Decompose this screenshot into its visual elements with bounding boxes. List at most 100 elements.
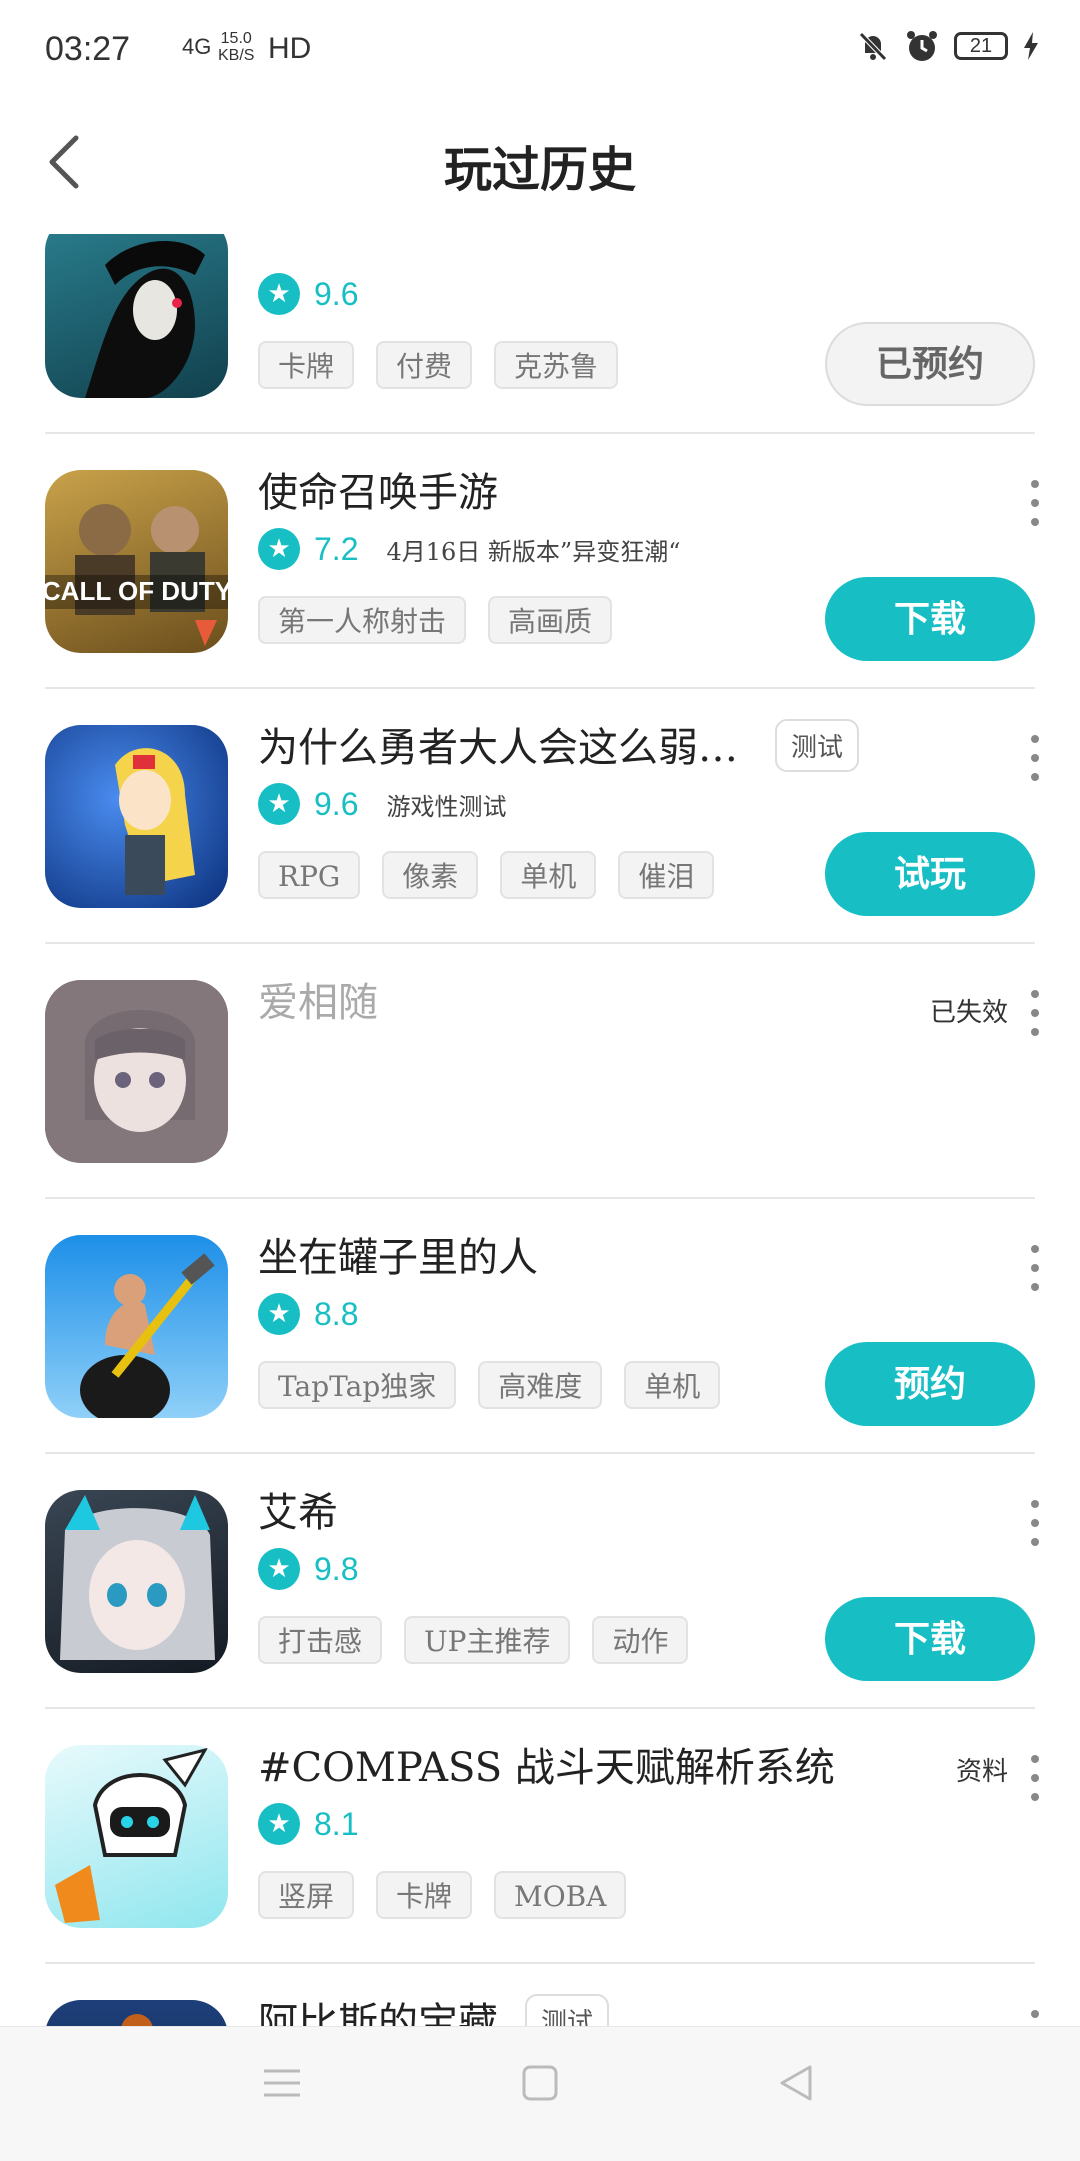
- tag[interactable]: 竖屏: [258, 1871, 355, 1919]
- star-icon: ★: [258, 528, 300, 570]
- game-name[interactable]: 坐在罐子里的人: [258, 1225, 538, 1283]
- network-type: 4G: [182, 34, 212, 59]
- status-time: 03:27: [45, 30, 131, 68]
- tag[interactable]: MOBA: [494, 1871, 627, 1919]
- game-artwork-icon: [60, 1495, 215, 1660]
- tag[interactable]: 动作: [592, 1616, 689, 1664]
- star-icon: ★: [258, 273, 300, 315]
- test-note: 游戏性测试: [386, 792, 507, 821]
- battery-indicator: 21: [954, 32, 1008, 60]
- tag[interactable]: UP主推荐: [404, 1616, 571, 1664]
- game-icon[interactable]: CALL OF DUTY: [45, 470, 228, 653]
- game-icon[interactable]: [45, 1745, 228, 1928]
- menu-icon[interactable]: [262, 2063, 302, 2103]
- game-name[interactable]: #COMPASS 战斗天赋解析系统: [258, 1735, 835, 1793]
- test-badge: 测试: [775, 719, 860, 772]
- game-icon[interactable]: [45, 980, 228, 1163]
- status-icons: 21: [856, 28, 1040, 64]
- speed-unit: KB/S: [218, 47, 255, 64]
- tag[interactable]: 打击感: [258, 1616, 383, 1664]
- game-artwork-icon: CALL OF DUTY: [45, 504, 228, 646]
- rating-score: 7.2: [314, 530, 359, 567]
- list-item[interactable]: 坐在罐子里的人 ★ 8.8 TapTap独家 高难度 单机 预约: [0, 1199, 1080, 1454]
- tag[interactable]: 高难度: [478, 1361, 603, 1409]
- tag[interactable]: 卡牌: [376, 1871, 473, 1919]
- tag[interactable]: RPG: [258, 851, 361, 899]
- download-button[interactable]: 下载: [825, 577, 1035, 661]
- download-button[interactable]: 下载: [825, 1597, 1035, 1681]
- game-artwork-icon: [121, 2014, 153, 2026]
- reserve-button[interactable]: 预约: [825, 1342, 1035, 1426]
- game-icon[interactable]: [45, 234, 228, 398]
- header: 玩过历史: [0, 104, 1080, 234]
- list-item[interactable]: 阿比斯的宝藏 测试: [0, 1964, 1080, 2026]
- more-options-icon[interactable]: [1030, 2010, 1040, 2026]
- rating-score: 8.8: [314, 1295, 359, 1332]
- back-icon[interactable]: [776, 2063, 816, 2103]
- tag-list: 卡牌 付费 克苏鲁: [258, 341, 619, 389]
- tag-list: 打击感 UP主推荐 动作: [258, 1616, 689, 1664]
- game-icon[interactable]: [45, 1235, 228, 1418]
- tag[interactable]: 第一人称射击: [258, 596, 467, 644]
- tag[interactable]: 单机: [624, 1361, 721, 1409]
- game-artwork-icon: [115, 748, 195, 895]
- history-list[interactable]: ★ 9.6 卡牌 付费 克苏鲁 已预约 CALL OF DUTY 使命召唤手游 …: [0, 234, 1080, 2026]
- hd-indicator: HD: [268, 32, 312, 65]
- list-item[interactable]: 爱相随 已失效: [0, 944, 1080, 1199]
- test-badge: 测试: [525, 1994, 610, 2026]
- rating: ★ 8.1: [258, 1803, 358, 1845]
- tag-list: RPG 像素 单机 催泪: [258, 851, 715, 899]
- update-note: 4月16日 新版本”异变狂潮“: [386, 537, 681, 566]
- star-icon: ★: [258, 1548, 300, 1590]
- game-artwork-icon: [85, 241, 205, 398]
- status-label: 资料: [955, 1757, 1008, 1787]
- rating: ★ 7.2 4月16日 新版本”异变狂潮“: [258, 528, 680, 570]
- game-name[interactable]: 爱相随: [258, 970, 378, 1028]
- game-artwork-icon: [45, 980, 228, 1163]
- tag[interactable]: 卡牌: [258, 341, 355, 389]
- tag-list: 第一人称射击 高画质: [258, 596, 613, 644]
- rating-score: 9.8: [314, 1550, 359, 1587]
- tag[interactable]: 高画质: [488, 596, 613, 644]
- more-options-icon[interactable]: [1030, 1500, 1040, 1546]
- alarm-icon: [907, 31, 937, 61]
- more-options-icon[interactable]: [1030, 1755, 1040, 1801]
- svg-text:CALL OF DUTY: CALL OF DUTY: [45, 576, 228, 606]
- more-options-icon[interactable]: [1030, 990, 1040, 1036]
- more-options-icon[interactable]: [1030, 480, 1040, 526]
- game-icon[interactable]: [45, 2000, 228, 2026]
- rating-score: 9.6: [314, 785, 359, 822]
- mute-bell-icon: [859, 32, 887, 61]
- list-item[interactable]: CALL OF DUTY 使命召唤手游 ★ 7.2 4月16日 新版本”异变狂潮…: [0, 434, 1080, 689]
- rating: ★ 8.8: [258, 1293, 358, 1335]
- status-label: 已失效: [929, 998, 1008, 1028]
- try-play-button[interactable]: 试玩: [825, 832, 1035, 916]
- game-name[interactable]: 艾希: [258, 1480, 338, 1538]
- tag[interactable]: 克苏鲁: [494, 341, 619, 389]
- list-item[interactable]: #COMPASS 战斗天赋解析系统 资料 ★ 8.1 竖屏 卡牌 MOBA: [0, 1709, 1080, 1964]
- tag[interactable]: 像素: [382, 851, 479, 899]
- game-icon[interactable]: [45, 1490, 228, 1673]
- tag[interactable]: TapTap独家: [258, 1361, 457, 1409]
- home-icon[interactable]: [520, 2063, 560, 2103]
- charging-icon: [1024, 32, 1038, 60]
- list-item[interactable]: 为什么勇者大人会这么弱… 测试 ★ 9.6 游戏性测试 RPG 像素 单机 催泪…: [0, 689, 1080, 944]
- star-icon: ★: [258, 783, 300, 825]
- game-artwork-icon: [80, 1253, 215, 1418]
- more-options-icon[interactable]: [1030, 735, 1040, 781]
- reserved-button[interactable]: 已预约: [825, 322, 1035, 406]
- rating-score: 9.6: [314, 275, 359, 312]
- list-item[interactable]: ★ 9.6 卡牌 付费 克苏鲁 已预约: [0, 234, 1080, 434]
- more-options-icon[interactable]: [1030, 1245, 1040, 1291]
- tag-list: 竖屏 卡牌 MOBA: [258, 1871, 627, 1919]
- tag[interactable]: 单机: [500, 851, 597, 899]
- tag[interactable]: 催泪: [618, 851, 715, 899]
- game-name[interactable]: 为什么勇者大人会这么弱…: [258, 715, 738, 773]
- game-name[interactable]: 阿比斯的宝藏: [258, 1990, 498, 2026]
- list-item[interactable]: 艾希 ★ 9.8 打击感 UP主推荐 动作 下载: [0, 1454, 1080, 1709]
- tag[interactable]: 付费: [376, 341, 473, 389]
- tag-list: TapTap独家 高难度 单机: [258, 1361, 721, 1409]
- rating-score: 8.1: [314, 1805, 359, 1842]
- game-icon[interactable]: [45, 725, 228, 908]
- game-name[interactable]: 使命召唤手游: [258, 460, 498, 518]
